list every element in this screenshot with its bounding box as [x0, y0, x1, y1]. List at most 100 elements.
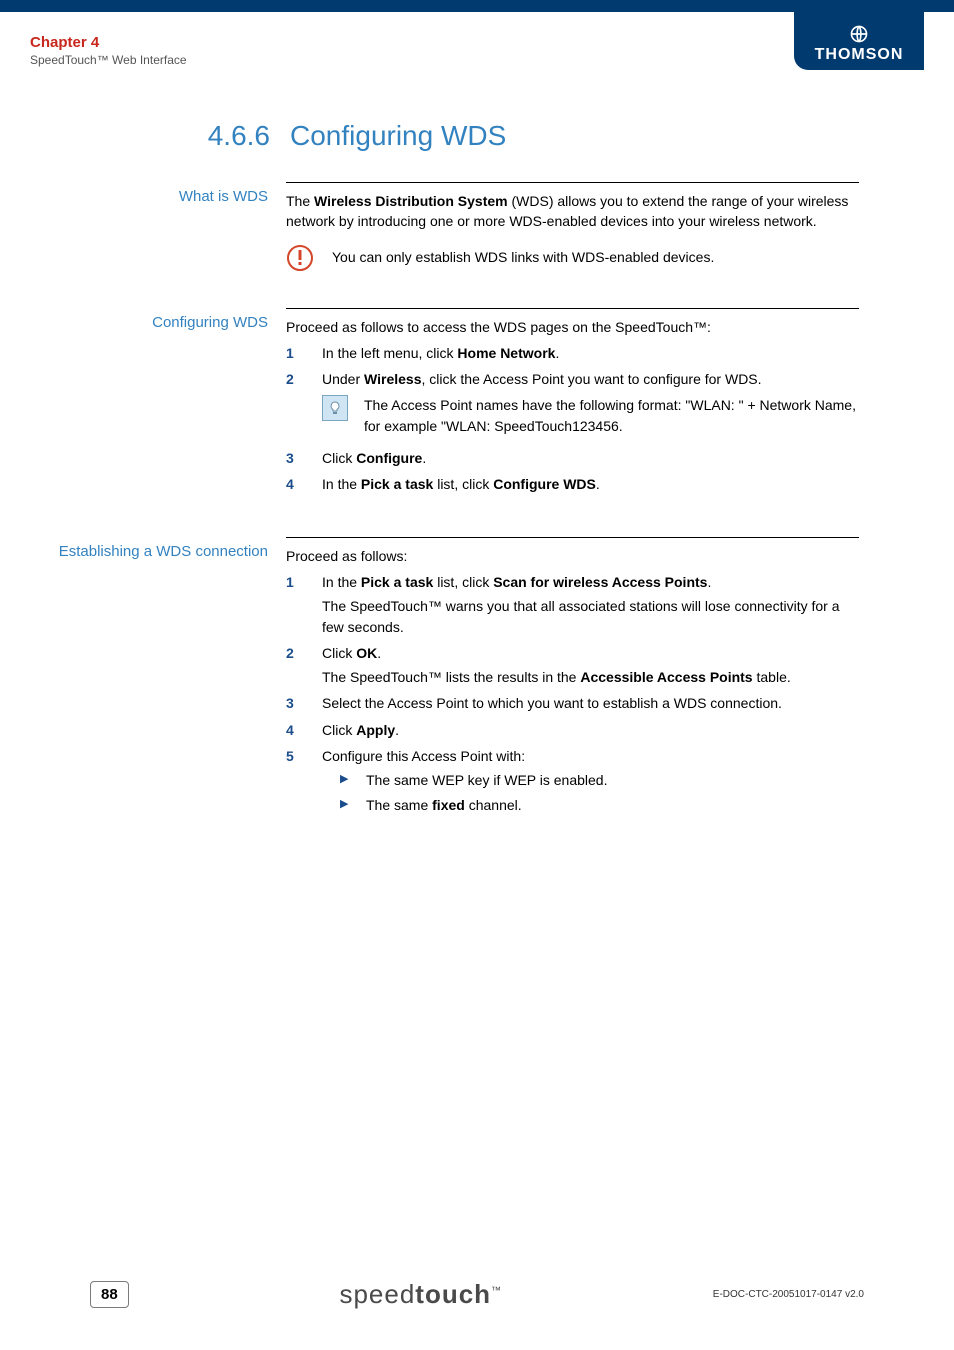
intro-text: Proceed as follows to access the WDS pag…	[286, 317, 859, 337]
text: Click	[322, 645, 356, 661]
bold-text: Home Network	[457, 345, 555, 361]
text: .	[377, 645, 381, 661]
text: .	[596, 476, 600, 492]
warning-icon	[286, 244, 314, 272]
page-number: 88	[90, 1281, 129, 1308]
steps-list: In the left menu, click Home Network. Un…	[286, 343, 859, 495]
bullet-text: The same fixed channel.	[366, 795, 522, 815]
warning-callout: You can only establish WDS links with WD…	[286, 244, 859, 272]
step-body: In the left menu, click Home Network.	[322, 343, 859, 363]
bullet-item: ▶ The same WEP key if WEP is enabled.	[322, 770, 859, 790]
text: Configure this Access Point with:	[322, 746, 859, 766]
steps-list: In the Pick a task list, click Scan for …	[286, 572, 859, 819]
chapter-title: Chapter 4	[30, 34, 187, 51]
globe-icon	[849, 24, 869, 44]
arrow-icon: ▶	[340, 797, 352, 813]
step-body: Configure this Access Point with: ▶ The …	[322, 746, 859, 819]
step-item: Click OK. The SpeedTouch™ lists the resu…	[286, 643, 859, 688]
bold-text: fixed	[432, 797, 465, 813]
step-body: In the Pick a task list, click Configure…	[322, 474, 859, 494]
text: Click	[322, 722, 356, 738]
bullet-text: The same WEP key if WEP is enabled.	[366, 770, 607, 790]
arrow-icon: ▶	[340, 772, 352, 788]
header-left: Chapter 4 SpeedTouch™ Web Interface	[30, 30, 187, 67]
bold-text: Wireless Distribution System	[314, 193, 508, 209]
tip-callout: The Access Point names have the followin…	[322, 395, 859, 436]
step-item: Click Configure.	[286, 448, 859, 468]
block-label: What is WDS	[30, 182, 286, 272]
chapter-subtitle: SpeedTouch™ Web Interface	[30, 53, 187, 67]
warning-text: You can only establish WDS links with WD…	[332, 247, 714, 267]
top-bar	[0, 0, 954, 12]
text: The SpeedTouch™ lists the results in the	[322, 669, 580, 685]
page-footer: 88 speedtouch™ E-DOC-CTC-20051017-0147 v…	[0, 1279, 954, 1310]
text: , click the Access Point you want to con…	[422, 371, 762, 387]
bold-text: Pick a task	[361, 476, 433, 492]
text: In the	[322, 476, 361, 492]
bold-text: Pick a task	[361, 574, 433, 590]
text: In the	[322, 574, 361, 590]
text: In the left menu, click	[322, 345, 457, 361]
step-body: Click Apply.	[322, 720, 859, 740]
bold-text: Accessible Access Points	[580, 669, 752, 685]
step-body: Click OK. The SpeedTouch™ lists the resu…	[322, 643, 859, 688]
text: Click	[322, 450, 356, 466]
step-item: Under Wireless, click the Access Point y…	[286, 369, 859, 442]
logo-bold: touch	[415, 1279, 491, 1309]
section-title: Configuring WDS	[290, 120, 506, 152]
section-number: 4.6.6	[190, 120, 270, 152]
document-id: E-DOC-CTC-20051017-0147 v2.0	[713, 1289, 864, 1300]
bullet-item: ▶ The same fixed channel.	[322, 795, 859, 815]
block-label: Establishing a WDS connection	[30, 537, 286, 825]
paragraph: The Wireless Distribution System (WDS) a…	[286, 191, 859, 232]
text: .	[555, 345, 559, 361]
block-body: The Wireless Distribution System (WDS) a…	[286, 182, 859, 272]
step-item: In the Pick a task list, click Scan for …	[286, 572, 859, 637]
step-body: Select the Access Point to which you wan…	[322, 693, 859, 713]
logo-thin: speed	[339, 1279, 415, 1309]
brand-badge: THOMSON	[794, 12, 924, 70]
content-area: What is WDS The Wireless Distribution Sy…	[0, 182, 954, 825]
text: The same	[366, 797, 432, 813]
step-sub-text: The SpeedTouch™ lists the results in the…	[322, 667, 859, 687]
text: .	[395, 722, 399, 738]
step-item: In the left menu, click Home Network.	[286, 343, 859, 363]
page-header: Chapter 4 SpeedTouch™ Web Interface THOM…	[0, 12, 954, 70]
step-item: Select the Access Point to which you wan…	[286, 693, 859, 713]
text: list, click	[433, 476, 493, 492]
step-sub-text: The SpeedTouch™ warns you that all assoc…	[322, 596, 859, 637]
step-body: Click Configure.	[322, 448, 859, 468]
step-item: Configure this Access Point with: ▶ The …	[286, 746, 859, 819]
block-body: Proceed as follows: In the Pick a task l…	[286, 537, 859, 825]
text: Under	[322, 371, 364, 387]
text: The	[286, 193, 314, 209]
footer-logo: speedtouch™	[339, 1279, 502, 1310]
bold-text: Configure	[356, 450, 422, 466]
page-title-row: 4.6.6 Configuring WDS	[0, 120, 954, 152]
block-body: Proceed as follows to access the WDS pag…	[286, 308, 859, 501]
step-item: Click Apply.	[286, 720, 859, 740]
text: .	[707, 574, 711, 590]
tip-icon	[322, 395, 348, 421]
text: table.	[753, 669, 791, 685]
logo-tm: ™	[491, 1285, 502, 1296]
bold-text: Configure WDS	[493, 476, 596, 492]
step-body: Under Wireless, click the Access Point y…	[322, 369, 859, 442]
bold-text: Apply	[356, 722, 395, 738]
brand-text: THOMSON	[815, 46, 904, 64]
bold-text: OK	[356, 645, 377, 661]
block-configuring-wds: Configuring WDS Proceed as follows to ac…	[30, 308, 859, 501]
block-establishing-wds: Establishing a WDS connection Proceed as…	[30, 537, 859, 825]
bullet-list: ▶ The same WEP key if WEP is enabled. ▶ …	[322, 770, 859, 815]
bold-text: Wireless	[364, 371, 421, 387]
step-body: In the Pick a task list, click Scan for …	[322, 572, 859, 637]
step-item: In the Pick a task list, click Configure…	[286, 474, 859, 494]
bold-text: Scan for wireless Access Points	[493, 574, 707, 590]
tip-text: The Access Point names have the followin…	[364, 395, 859, 436]
block-label: Configuring WDS	[30, 308, 286, 501]
text: .	[422, 450, 426, 466]
block-what-is-wds: What is WDS The Wireless Distribution Sy…	[30, 182, 859, 272]
intro-text: Proceed as follows:	[286, 546, 859, 566]
text: list, click	[433, 574, 493, 590]
text: channel.	[465, 797, 522, 813]
